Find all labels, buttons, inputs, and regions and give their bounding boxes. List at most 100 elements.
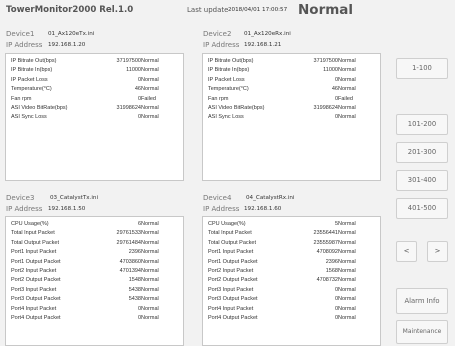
metric-status: Normal [338, 230, 356, 237]
metric-name: ASI Video BitRate(bps) [208, 105, 265, 111]
metric-status: Normal [338, 67, 356, 74]
metric-name: Port2 Input Packet [11, 268, 57, 274]
metric-row: ASI Video BitRate(bps) 31998624 Normal [6, 104, 183, 113]
metric-name: Port1 Output Packet [208, 258, 258, 265]
device1-name: 01_Ax120eTx.ini [48, 31, 95, 37]
metric-row: Port4 Input Packet 0 Normal [203, 305, 380, 314]
last-update-label: Last update [187, 6, 229, 14]
device3-ip: 192.168.1.50 [48, 206, 86, 212]
metric-row: IP Bitrate In(bps) 11000 Normal [203, 66, 380, 75]
device4-ip-label: IP Address [203, 205, 240, 213]
global-status: Normal [298, 2, 354, 18]
prev-page-button[interactable]: < [396, 241, 417, 262]
next-page-button[interactable]: > [427, 241, 448, 262]
metric-name: Port3 Output Packet [208, 296, 258, 303]
metric-row: Port3 Input Packet 5438 Normal [6, 286, 183, 295]
metric-row: Port4 Output Packet 0 Normal [6, 314, 183, 323]
page-button-1-100[interactable]: 1-100 [396, 58, 448, 79]
page-button-101-200[interactable]: 101-200 [396, 114, 448, 135]
metric-name: ASI Video BitRate(bps) [11, 105, 68, 111]
device3-ip-label: IP Address [6, 205, 43, 213]
metric-value: 29761533 [116, 230, 141, 237]
page-button-301-400[interactable]: 301-400 [396, 170, 448, 191]
metric-name: ASI Sync Loss [11, 114, 47, 121]
metric-status: Normal [141, 58, 159, 64]
device2-label: Device2 [203, 30, 232, 38]
metric-name: Port3 Input Packet [208, 286, 254, 293]
metric-row: ASI Video BitRate(bps) 31998624 Normal [203, 104, 380, 113]
metric-row: CPU Usage(%) 5 Normal [203, 220, 380, 229]
metric-status: Normal [141, 230, 159, 237]
page-button-401-500[interactable]: 401-500 [396, 198, 448, 219]
metric-name: IP Packet Loss [11, 76, 48, 83]
metric-value: 37197500 [116, 58, 141, 64]
metric-name: IP Packet Loss [208, 76, 245, 83]
metric-status: Normal [338, 76, 356, 83]
metric-row: IP Bitrate Out(bps) 37197500 Normal [203, 57, 380, 66]
metric-value: 4708092 [316, 249, 338, 256]
metric-status: Normal [338, 296, 356, 303]
metric-status: Normal [141, 305, 159, 312]
metric-row: Port4 Input Packet 0 Normal [6, 305, 183, 314]
metric-value: 2396 [128, 249, 141, 256]
device3-panel: CPU Usage(%) 6 Normal Total Input Packet 297… [5, 216, 184, 346]
metric-row: Total Output Packet 23555987 Normal [203, 239, 380, 248]
metric-status: Normal [338, 114, 356, 121]
metric-name: Port3 Input Packet [11, 286, 57, 293]
metric-value: 31998624 [116, 105, 141, 111]
metric-name: IP Bitrate In(bps) [11, 67, 53, 74]
metric-name: Port3 Output Packet [11, 296, 61, 303]
metric-value: 2396 [325, 258, 338, 265]
device2-panel: IP Bitrate Out(bps) 37197500 Normal IP Bitr… [202, 53, 381, 181]
metric-name: ASI Sync Loss [208, 114, 244, 121]
device1-ip: 192.168.1.20 [48, 42, 86, 48]
metric-status: Normal [141, 239, 159, 246]
metric-status: Failed [338, 95, 353, 102]
page-button-201-300[interactable]: 201-300 [396, 142, 448, 163]
maintenance-button[interactable]: Maintenance [396, 320, 448, 344]
metric-row: IP Bitrate In(bps) 11000 Normal [6, 66, 183, 75]
metric-name: Total Input Packet [208, 230, 252, 237]
metric-row: IP Packet Loss 0 Normal [6, 76, 183, 85]
metric-status: Normal [338, 268, 356, 274]
metric-name: Port4 Input Packet [208, 305, 254, 312]
metric-row: Port2 Output Packet 1548 Normal [6, 276, 183, 285]
metric-status: Normal [338, 258, 356, 265]
device4-label: Device4 [203, 194, 232, 202]
metric-row: Port1 Input Packet 4708092 Normal [203, 248, 380, 257]
metric-row: Port4 Output Packet 0 Normal [203, 314, 380, 323]
metric-name: Temperature(°C) [208, 86, 249, 93]
metric-value: 4708732 [316, 277, 338, 284]
metric-row: CPU Usage(%) 6 Normal [6, 220, 183, 229]
metric-row: Port3 Output Packet 5438 Normal [6, 295, 183, 304]
metric-value: 5438 [128, 296, 141, 303]
device1-ip-label: IP Address [6, 41, 43, 49]
metric-status: Normal [338, 86, 356, 93]
device4-name: 04_CatalystRx.ini [246, 195, 295, 201]
alarm-info-button[interactable]: Alarm Info [396, 288, 448, 314]
device2-ip-label: IP Address [203, 41, 240, 49]
metric-name: Port2 Input Packet [208, 268, 254, 274]
metric-name: CPU Usage(%) [208, 221, 246, 227]
device4-panel: CPU Usage(%) 5 Normal Total Input Packet 235… [202, 216, 381, 346]
metric-status: Normal [141, 114, 159, 121]
metric-status: Normal [338, 305, 356, 312]
metric-status: Normal [141, 268, 159, 274]
metric-name: Fan rpm [11, 95, 32, 102]
metric-status: Normal [141, 249, 159, 256]
metric-status: Normal [141, 286, 159, 293]
metric-value: 11000 [323, 67, 338, 74]
metric-value: 4703860 [119, 258, 141, 265]
device4-ip: 192.168.1.60 [244, 206, 282, 212]
metric-value: 23555987 [313, 239, 338, 246]
metric-status: Failed [141, 95, 156, 102]
metric-status: Normal [141, 221, 159, 227]
metric-row: Port1 Output Packet 4703860 Normal [6, 258, 183, 267]
metric-row: Port2 Input Packet 4701394 Normal [6, 267, 183, 276]
metric-name: Port4 Input Packet [11, 305, 57, 312]
metric-name: Port2 Output Packet [11, 277, 61, 284]
metric-status: Normal [338, 315, 356, 321]
metric-row: Port1 Input Packet 2396 Normal [6, 248, 183, 257]
metric-name: Total Output Packet [208, 239, 256, 246]
metric-status: Normal [338, 286, 356, 293]
